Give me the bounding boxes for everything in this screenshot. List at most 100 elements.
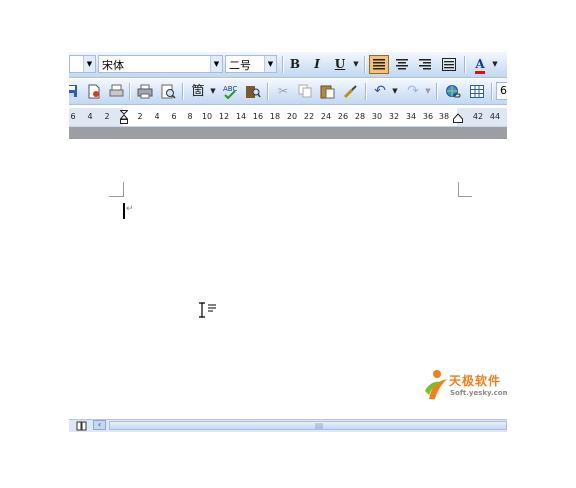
ruler-tick: 2 xyxy=(137,112,143,121)
scissors-icon: ✂ xyxy=(277,84,289,98)
ruler-tick: 8 xyxy=(187,112,193,121)
ruler-tick: 6 xyxy=(70,112,76,121)
clipboard-icon xyxy=(320,85,334,99)
ruler-tick: 42 xyxy=(472,112,484,121)
grip-icon xyxy=(315,423,323,429)
toolbar-separator xyxy=(464,56,466,73)
scroll-left-button[interactable]: ‹ xyxy=(93,420,106,430)
ruler-tick: 28 xyxy=(354,112,366,121)
zoom-value: 6 xyxy=(500,84,507,97)
word-window: ▼ 宋体 ▼ 二号 ▼ B I U ▼ A ▼ 箇 ▼ ABC ✂ ↶ ▼ ↷ … xyxy=(69,51,507,432)
align-justify-icon xyxy=(373,59,385,70)
copy-icon xyxy=(298,84,312,98)
research-button[interactable] xyxy=(243,82,263,101)
align-center-button[interactable] xyxy=(392,55,412,74)
ibeam-cursor-icon xyxy=(199,302,216,318)
style-combo[interactable]: ▼ xyxy=(69,55,96,73)
text-caret xyxy=(123,203,125,219)
toolbar-separator xyxy=(129,83,131,100)
chinese-char-icon: 箇 xyxy=(191,84,205,99)
ruler-tick: 34 xyxy=(405,112,417,121)
hyperlink-globe-icon xyxy=(446,85,461,98)
reading-layout-view-icon[interactable] xyxy=(76,421,87,431)
ruler-tick: 10 xyxy=(201,112,213,121)
chevron-left-icon: ‹ xyxy=(97,420,102,429)
italic-button[interactable]: I xyxy=(307,55,327,74)
permission-button[interactable] xyxy=(84,82,104,101)
crop-mark-top-left-icon xyxy=(109,182,124,197)
ruler-tick: 38 xyxy=(438,112,450,121)
ruler-tick: 4 xyxy=(154,112,160,121)
font-combo[interactable]: 宋体 ▼ xyxy=(98,55,223,73)
font-color-label: A xyxy=(475,57,485,74)
undo-dropdown-arrow[interactable]: ▼ xyxy=(391,82,399,101)
font-size-combo[interactable]: 二号 ▼ xyxy=(225,55,277,73)
bold-button[interactable]: B xyxy=(285,55,305,74)
view-scroll-bar: ‹ xyxy=(69,419,507,432)
paintbrush-icon xyxy=(343,85,357,99)
undo-button[interactable]: ↶ xyxy=(370,82,390,101)
right-indent-marker-icon[interactable] xyxy=(453,113,463,123)
horizontal-ruler[interactable]: 6 4 2 2 4 6 8 10 12 14 16 18 20 22 24 26… xyxy=(69,108,507,127)
redo-button[interactable]: ↷ xyxy=(403,82,423,101)
ruler-tick: 22 xyxy=(303,112,315,121)
printer-icon xyxy=(137,84,153,99)
spelling-check-icon: ABC xyxy=(223,85,237,100)
font-combo-value: 宋体 xyxy=(102,59,124,72)
watermark-brand: 天极软件 xyxy=(449,374,502,388)
toolbar-separator xyxy=(365,83,367,100)
toolbar-separator xyxy=(182,83,184,100)
paste-button[interactable] xyxy=(317,82,337,101)
chevron-down-icon[interactable]: ▼ xyxy=(210,56,222,72)
format-painter-button[interactable] xyxy=(340,82,360,101)
watermark-url: Soft.yesky.com xyxy=(450,389,507,397)
ruler-left-margin xyxy=(69,108,123,126)
ruler-tick: 44 xyxy=(489,112,501,121)
font-color-dropdown-arrow[interactable]: ▼ xyxy=(491,55,499,74)
printer-preview-icon xyxy=(109,84,123,97)
align-distributed-icon xyxy=(442,58,456,71)
ruler-tick: 24 xyxy=(320,112,332,121)
table-icon xyxy=(470,85,484,98)
print-preview-button[interactable] xyxy=(158,82,178,101)
justify-button[interactable] xyxy=(369,55,389,74)
zoom-combo[interactable]: 6 xyxy=(496,82,507,100)
toolbar-separator xyxy=(364,56,366,73)
redo-dropdown-arrow[interactable]: ▼ xyxy=(424,82,432,101)
save-icon xyxy=(69,85,77,97)
yesky-watermark: 天极软件 Soft.yesky.com xyxy=(423,369,507,409)
ruler-tick: 6 xyxy=(171,112,177,121)
chinese-layout-button[interactable]: 箇 xyxy=(188,82,208,101)
toolbar-separator xyxy=(267,83,269,100)
ruler-tick: 30 xyxy=(371,112,383,121)
ruler-tick: 2 xyxy=(104,112,110,121)
ruler-tick: 18 xyxy=(269,112,281,121)
permission-restrict-button[interactable] xyxy=(106,82,126,101)
insert-hyperlink-button[interactable] xyxy=(443,82,463,101)
ruler-tick: 20 xyxy=(286,112,298,121)
cut-button[interactable]: ✂ xyxy=(273,82,293,101)
spelling-button[interactable]: ABC xyxy=(220,82,240,101)
save-button[interactable] xyxy=(69,82,81,101)
research-book-icon xyxy=(246,86,261,98)
align-right-icon xyxy=(419,59,431,70)
distributed-align-button[interactable] xyxy=(439,55,459,74)
ruler-tick: 12 xyxy=(218,112,230,121)
magnifier-page-icon xyxy=(161,84,176,99)
indent-marker-icon[interactable] xyxy=(120,110,128,124)
font-color-button[interactable]: A xyxy=(470,55,490,74)
chevron-down-icon[interactable]: ▼ xyxy=(264,56,276,72)
ruler-shadow-divider xyxy=(69,127,507,139)
toolbar-separator xyxy=(436,83,438,100)
tables-borders-button[interactable] xyxy=(467,82,487,101)
underline-dropdown-arrow[interactable]: ▼ xyxy=(352,55,360,74)
align-right-button[interactable] xyxy=(415,55,435,74)
standard-toolbar: 箇 ▼ ABC ✂ ↶ ▼ ↷ ▼ 6 xyxy=(69,79,507,105)
underline-button[interactable]: U xyxy=(330,55,350,74)
horizontal-scrollbar-thumb[interactable] xyxy=(109,421,507,430)
chevron-down-icon[interactable]: ▼ xyxy=(83,56,95,72)
copy-button[interactable] xyxy=(295,82,315,101)
ruler-tick: 26 xyxy=(337,112,349,121)
print-button[interactable] xyxy=(135,82,155,101)
chinese-layout-dropdown-arrow[interactable]: ▼ xyxy=(209,82,217,101)
